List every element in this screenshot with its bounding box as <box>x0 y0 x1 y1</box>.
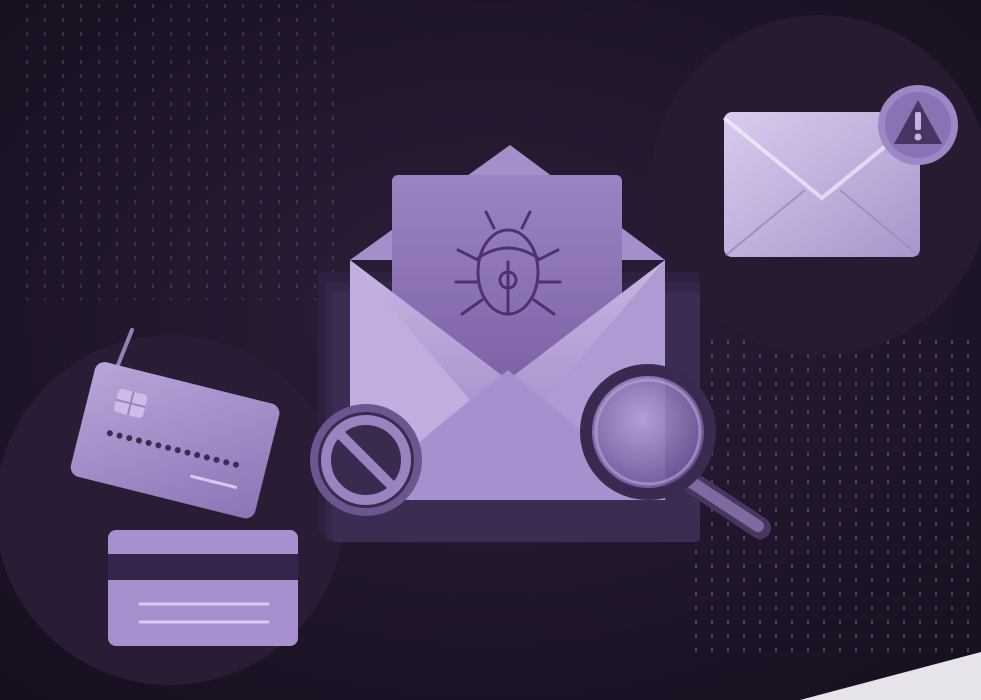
warning-icon <box>878 85 958 165</box>
phishing-illustration <box>0 0 981 700</box>
credit-card-back-icon <box>108 530 298 646</box>
dot-pattern-right <box>690 330 980 660</box>
illustration-canvas <box>0 0 981 700</box>
blocked-icon <box>310 404 422 516</box>
dot-pattern-top-left <box>20 0 340 300</box>
